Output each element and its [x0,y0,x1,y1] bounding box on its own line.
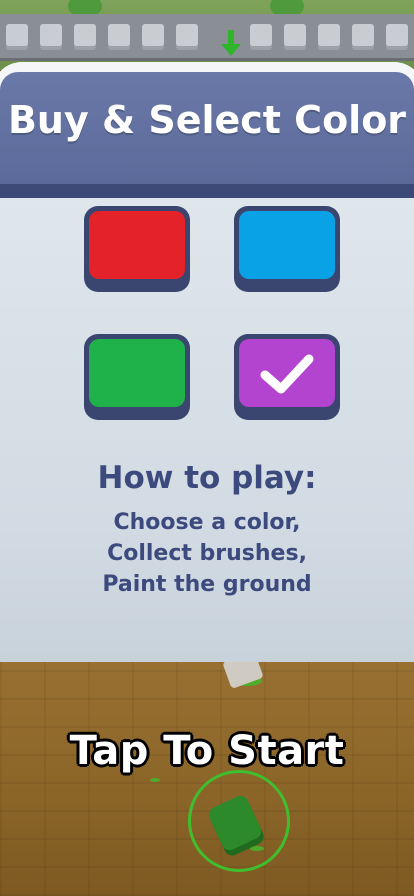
fence [0,14,414,61]
fence-post [108,24,130,46]
fence-post [318,24,340,46]
color-swatch-blue[interactable] [234,206,340,292]
swatch-face [239,211,335,279]
fence-post [6,24,28,46]
swatch-face [239,339,335,407]
arrow-down-icon [221,30,241,56]
fence-post [352,24,374,46]
fence-post [250,24,272,46]
color-swatch-red[interactable] [84,206,190,292]
instruction-line: Choose a color, [113,510,301,535]
fence-post [176,24,198,46]
color-swatch-purple[interactable] [234,334,340,420]
panel-title: Buy & Select Color [7,98,407,142]
fence-post [386,24,408,46]
panel-content: Buy & Select Color How to play: Choose a… [0,60,414,664]
color-swatch-green[interactable] [84,334,190,420]
checkmark-icon [260,354,314,394]
fence-post [40,24,62,46]
instruction-line: Collect brushes, [107,541,307,566]
panel-header-shadow [0,184,414,198]
fence-post [284,24,306,46]
swatch-face [89,211,185,279]
fence-post [74,24,96,46]
instruction-line: Paint the ground [102,572,312,597]
tap-to-start-label[interactable]: Tap To Start [0,728,414,774]
paint-splat [150,778,160,782]
how-to-play-heading: How to play: [97,460,317,496]
swatch-face [89,339,185,407]
fence-post [142,24,164,46]
